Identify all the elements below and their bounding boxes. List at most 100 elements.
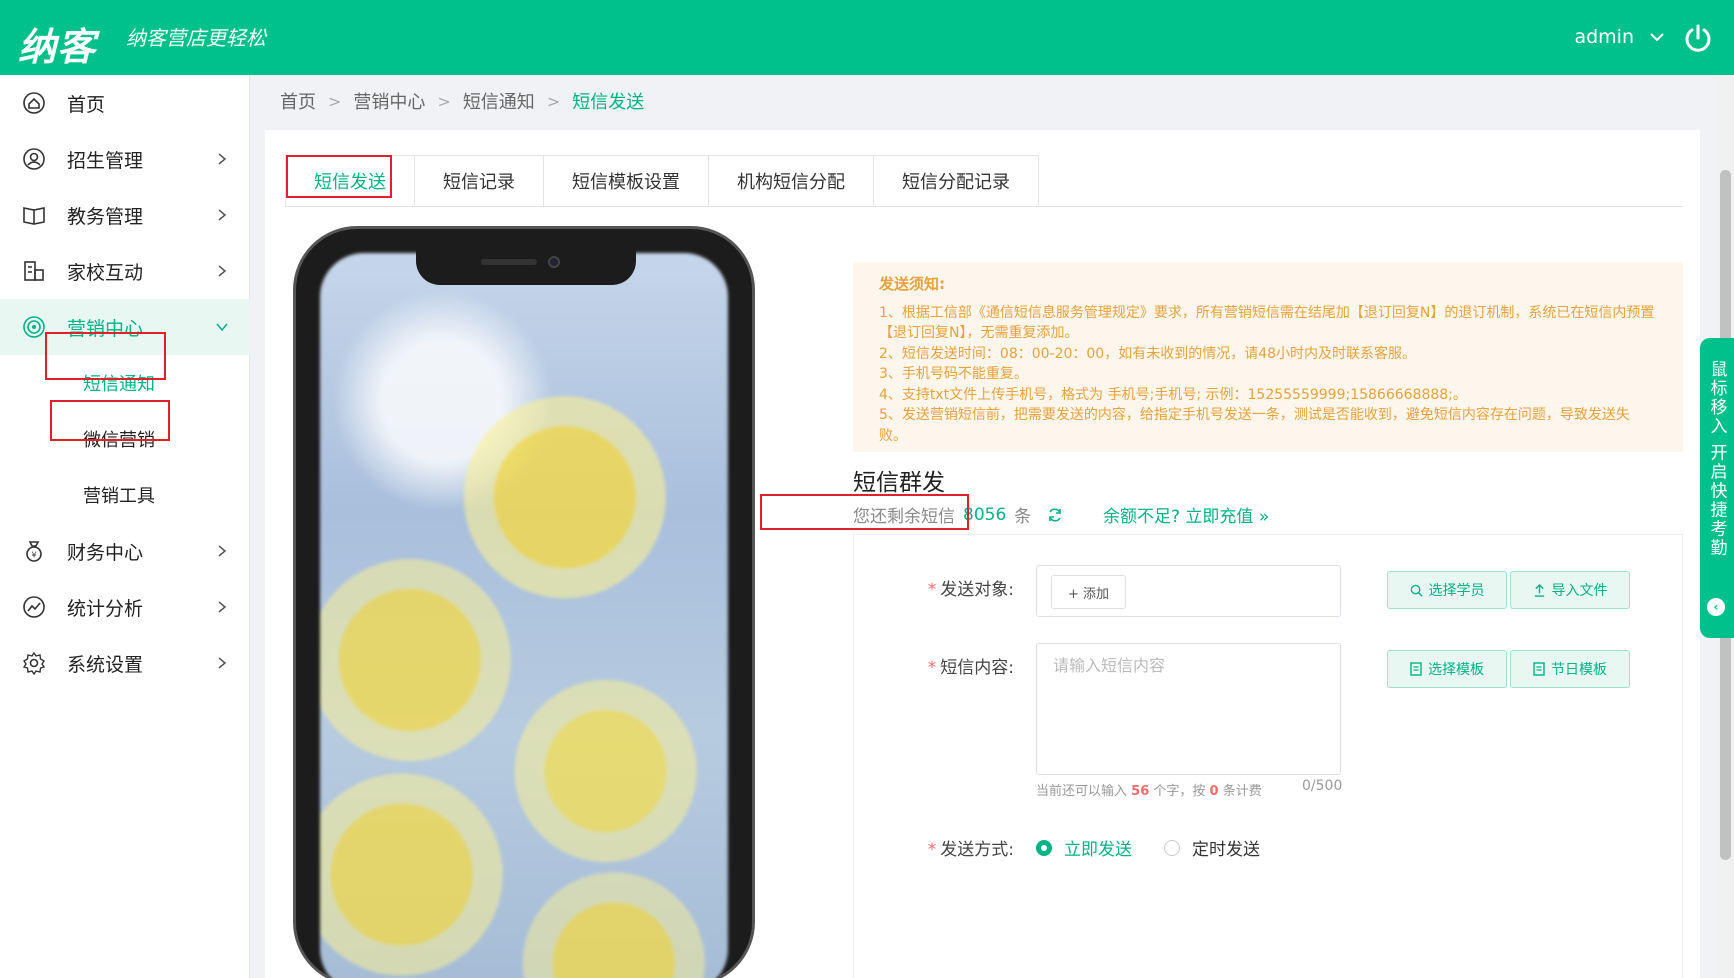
user-name[interactable]: admin (1574, 26, 1634, 48)
sidebar-item-academic[interactable]: 教务管理 (0, 187, 250, 243)
sidebar-subitem-tools[interactable]: 营销工具 (0, 467, 250, 523)
radio-send-scheduled-label[interactable]: 定时发送 (1192, 835, 1260, 860)
content-label: * 短信内容: (927, 658, 1014, 678)
notice-title: 发送须知: (879, 275, 945, 293)
target-label: * 发送对象: (927, 580, 1014, 600)
brand-logo[interactable]: 纳客 (18, 16, 96, 71)
radio-send-now[interactable] (1036, 839, 1052, 856)
chevron-right-icon (218, 153, 227, 165)
chevron-right-icon (218, 545, 227, 557)
sidebar-item-label: 教务管理 (67, 205, 144, 228)
send-mode-radio-group: 立即发送 定时发送 (1036, 835, 1260, 860)
breadcrumb-home[interactable]: 首页 (280, 88, 316, 114)
char-counter: 0/500 (1302, 778, 1343, 794)
chevron-right-icon (218, 209, 227, 221)
sidebar-item-marketing[interactable]: 营销中心 (0, 299, 250, 355)
select-student-button[interactable]: 选择学员 (1387, 571, 1507, 609)
tab-allocation-records[interactable]: 短信分配记录 (874, 155, 1039, 207)
breadcrumb-separator: > (328, 91, 342, 111)
power-icon[interactable] (1682, 22, 1714, 54)
phone-notch (416, 249, 636, 285)
sidebar-item-statistics[interactable]: 统计分析 (0, 579, 250, 635)
sidebar-item-home[interactable]: 首页 (0, 75, 250, 131)
tab-bar: 短信发送 短信记录 短信模板设置 机构短信分配 短信分配记录 (285, 155, 1039, 207)
top-bar: 纳客 纳客营店更轻松 admin (0, 0, 1734, 75)
breadcrumb-current: 短信发送 (572, 92, 645, 113)
sidebar-subitem-wechat[interactable]: 微信营销 (0, 411, 250, 467)
phone-screen-image (320, 253, 728, 978)
document-icon (1533, 662, 1545, 676)
phone-camera (548, 256, 560, 268)
user-menu[interactable]: admin (1574, 26, 1664, 48)
breadcrumb-sms-notice[interactable]: 短信通知 (463, 88, 535, 114)
chevron-right-icon (218, 601, 227, 613)
phone-speaker (481, 259, 537, 265)
sidebar-item-settings[interactable]: 系统设置 (0, 635, 250, 691)
holiday-template-button[interactable]: 节日模板 (1510, 650, 1630, 688)
content-textarea[interactable]: 请输入短信内容 (1036, 643, 1341, 775)
notice-line: 5、发送营销短信前，把需要发送的内容，给指定手机号发送一条，测试是否能收到，避免… (879, 407, 1630, 444)
target-input[interactable]: + 添加 (1036, 565, 1341, 617)
chevron-down-icon[interactable] (1650, 32, 1664, 42)
school-icon (24, 261, 44, 281)
tab-org-sms-allocation[interactable]: 机构短信分配 (709, 155, 874, 207)
svg-text:¥: ¥ (31, 551, 36, 560)
tab-sms-send[interactable]: 短信发送 (285, 155, 415, 207)
money-bag-icon: ¥ (26, 541, 42, 562)
refresh-icon[interactable] (1047, 507, 1063, 523)
breadcrumb: 首页 > 营销中心 > 短信通知 > 短信发送 (280, 88, 644, 114)
add-target-button[interactable]: + 添加 (1051, 575, 1126, 609)
sidebar-item-home-school[interactable]: 家校互动 (0, 243, 250, 299)
section-title: 短信群发 (853, 470, 945, 496)
recharge-link[interactable]: 余额不足? 立即充值 » (1103, 502, 1269, 527)
chevron-left-icon[interactable]: ‹ (1707, 598, 1725, 616)
import-file-button[interactable]: 导入文件 (1510, 571, 1630, 609)
upload-icon (1534, 583, 1544, 597)
target-icon (23, 316, 45, 338)
content-hint: 当前还可以输入 56 个字，按 0 条计费 (1036, 784, 1262, 799)
sidebar-subitem-label: 营销工具 (83, 486, 155, 507)
breadcrumb-separator: > (437, 91, 451, 111)
home-icon (23, 92, 45, 114)
document-icon (1410, 662, 1422, 676)
tab-sms-records[interactable]: 短信记录 (415, 155, 544, 207)
sidebar-item-label: 财务中心 (67, 541, 144, 564)
tab-sms-templates[interactable]: 短信模板设置 (544, 155, 709, 207)
balance-unit: 条 (1014, 507, 1032, 527)
main-card: 短信发送 短信记录 短信模板设置 机构短信分配 短信分配记录 发送须知: 1、根… (265, 130, 1700, 978)
chart-icon (23, 596, 45, 618)
sidebar-subitem-sms[interactable]: 短信通知 (0, 355, 250, 411)
book-icon (23, 207, 45, 225)
sms-form: * 发送对象: + 添加 选择学员 导入文件 * 短信内容: 请输入短信内容 选择模… (853, 534, 1683, 978)
sidebar-item-label: 统计分析 (67, 597, 144, 620)
quick-attendance-tab[interactable]: 鼠标移入 开启快捷考勤 (1700, 338, 1734, 638)
user-card-icon (23, 148, 45, 170)
tab-underline (285, 206, 1683, 207)
breadcrumb-marketing[interactable]: 营销中心 (353, 88, 425, 114)
sidebar-item-finance[interactable]: ¥ 财务中心 (0, 523, 250, 579)
sms-balance: 您还剩余短信 8056 条 (853, 502, 1063, 527)
send-notice: 发送须知: 1、根据工信部《通信短信息服务管理规定》要求，所有营销短信需在结尾加… (853, 262, 1683, 452)
sidebar-item-label: 首页 (67, 93, 106, 116)
notice-line: 1、根据工信部《通信短信息服务管理规定》要求，所有营销短信需在结尾加【退订回复N… (879, 304, 1655, 342)
sidebar-item-label: 系统设置 (67, 653, 144, 676)
radio-send-scheduled[interactable] (1164, 839, 1180, 856)
notice-line: 3、手机号码不能重复。 (879, 366, 1028, 382)
brand-slogan: 纳客营店更轻松 (126, 26, 266, 50)
notice-line: 4、支持txt文件上传手机号，格式为 手机号;手机号; 示例：152555599… (879, 386, 1467, 403)
send-mode-label: * 发送方式: (927, 840, 1014, 860)
sidebar-subitem-label: 短信通知 (83, 374, 155, 395)
search-icon (1410, 584, 1423, 597)
phone-preview (293, 226, 755, 978)
chevron-right-icon (218, 657, 227, 669)
balance-value: 8056 (963, 504, 1007, 525)
sidebar-item-label: 招生管理 (67, 149, 144, 172)
sidebar-item-label: 家校互动 (67, 261, 144, 284)
chevron-down-icon (216, 323, 228, 332)
sidebar-item-enrollment[interactable]: 招生管理 (0, 131, 250, 187)
radio-send-now-label[interactable]: 立即发送 (1064, 835, 1132, 860)
chevron-right-icon (218, 265, 227, 277)
select-template-button[interactable]: 选择模板 (1387, 650, 1507, 688)
sidebar-item-label: 营销中心 (67, 317, 144, 340)
sidebar: 首页 招生管理 教务管理 家校互动 营销中心 短信通知 微信营销 营销工具 ¥ … (0, 75, 250, 978)
